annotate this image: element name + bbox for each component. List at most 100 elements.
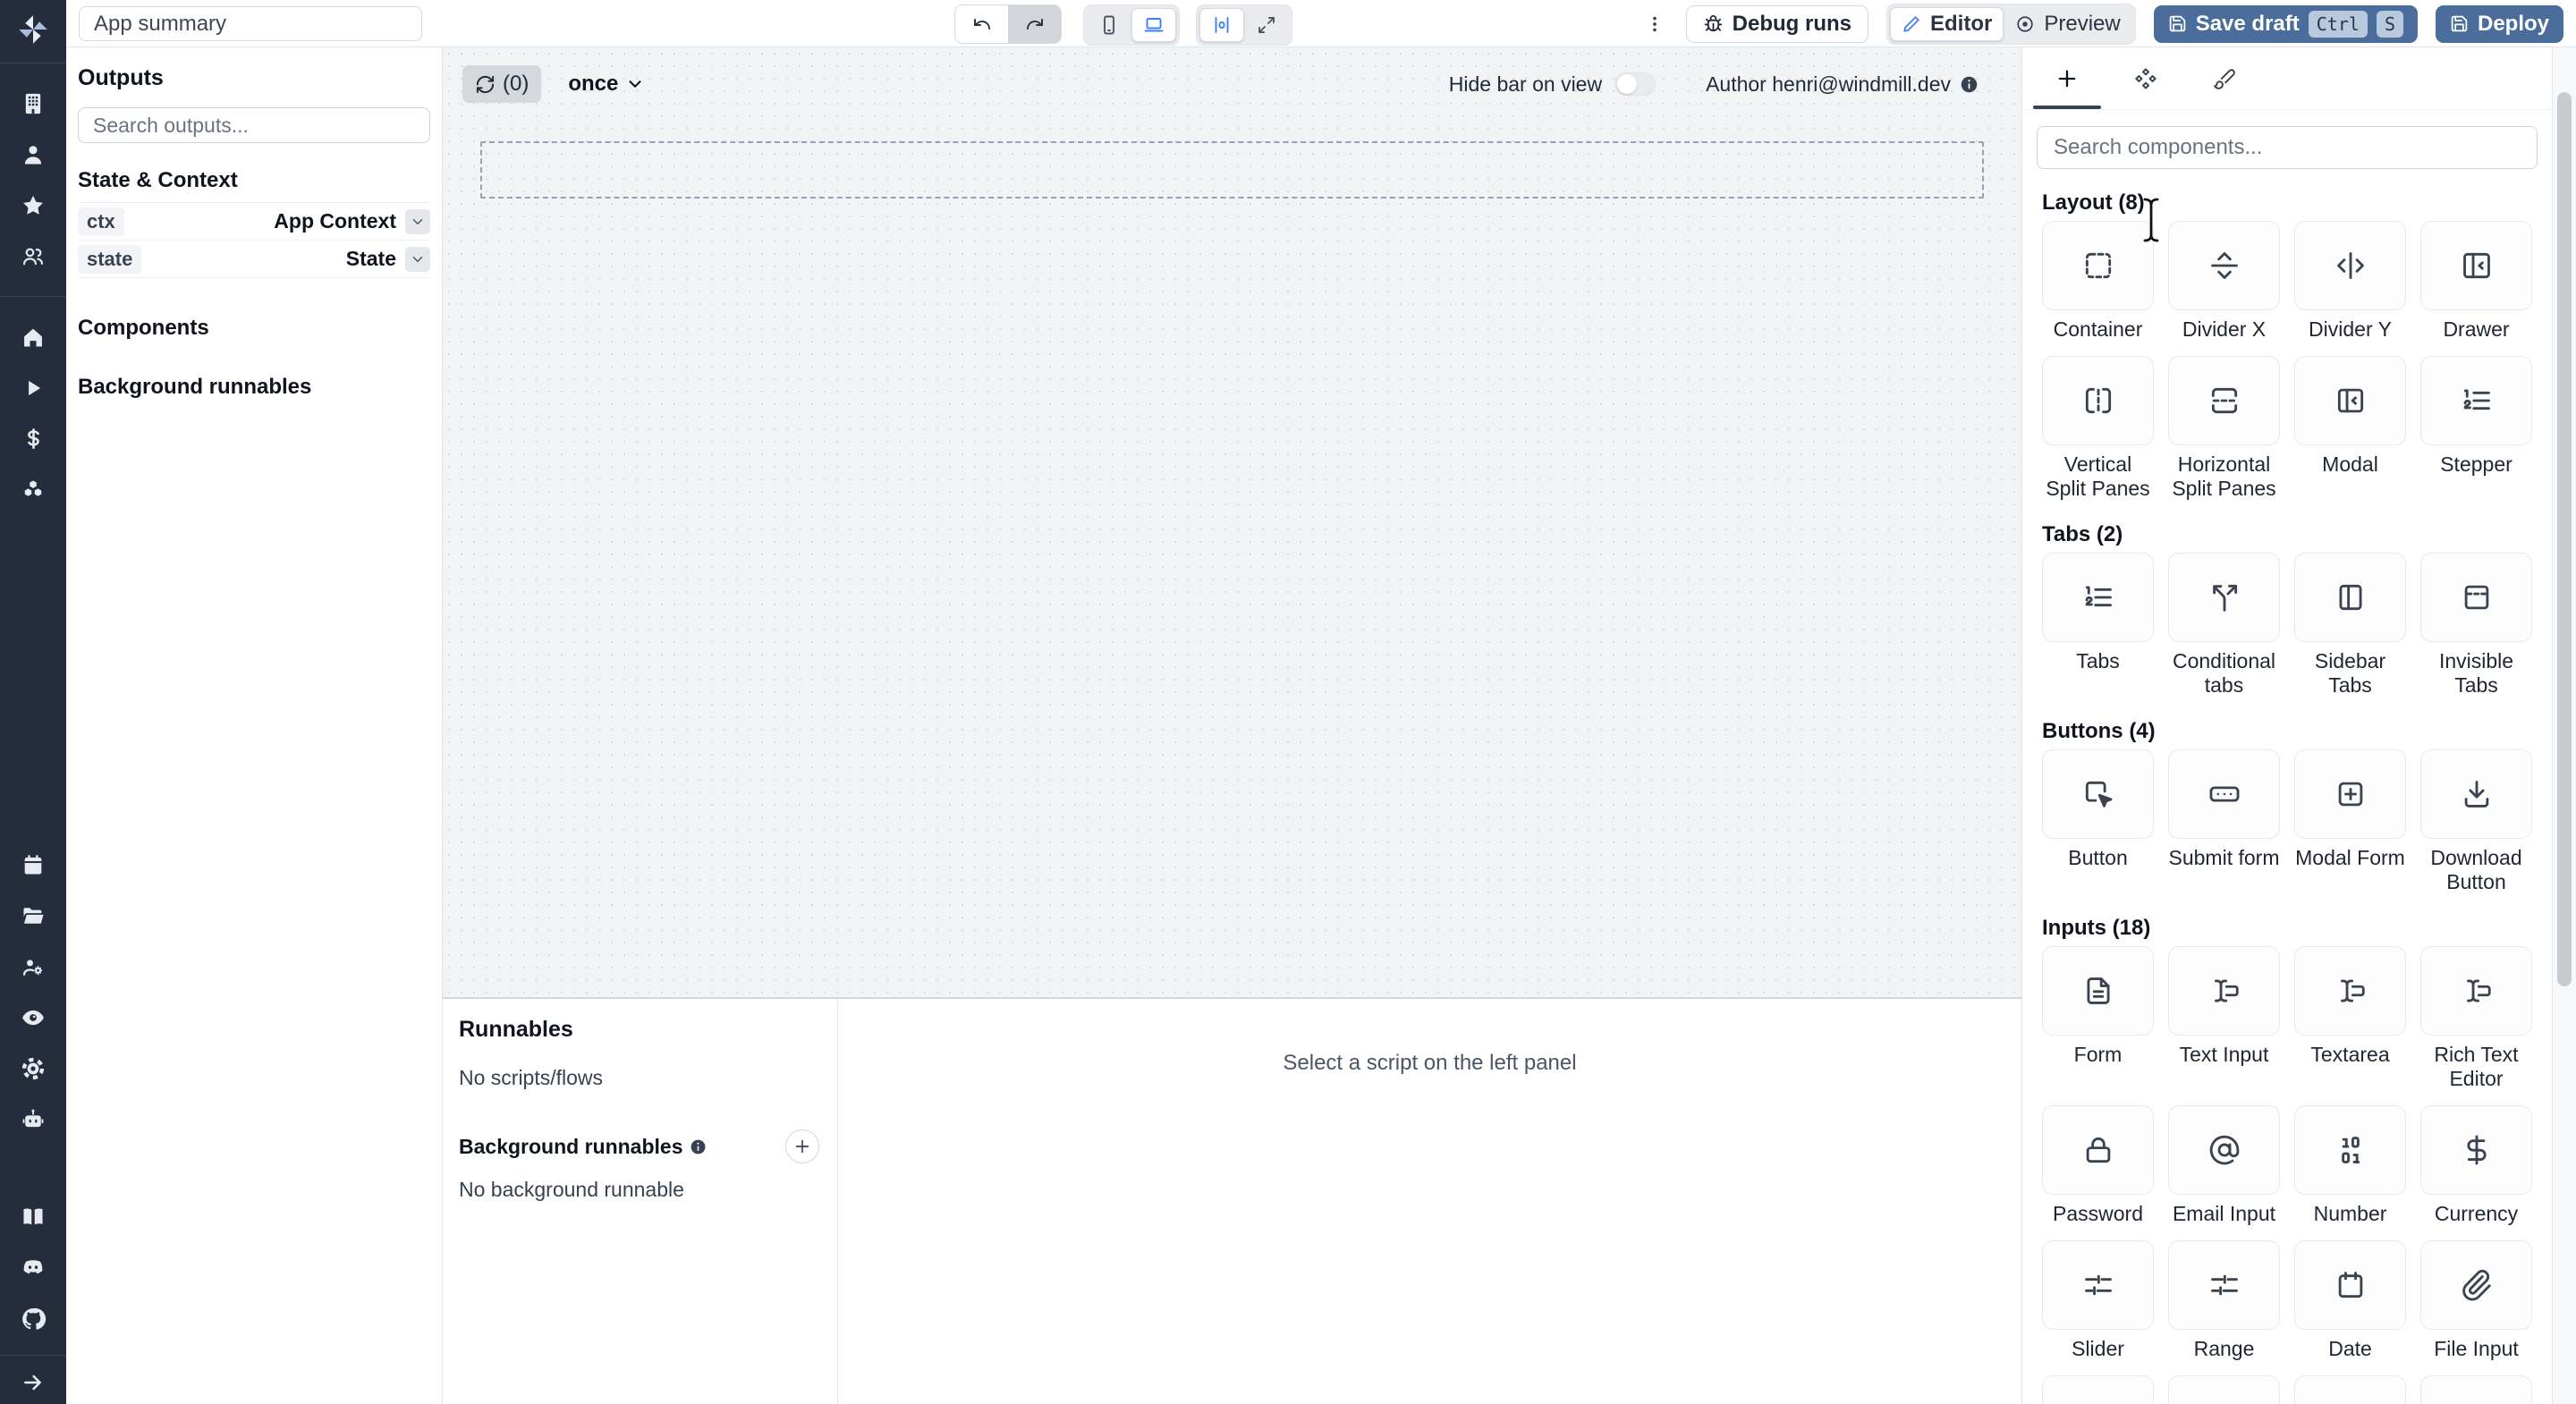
component-card-sidebar-tabs[interactable]: Sidebar Tabs <box>2294 553 2406 698</box>
github-icon[interactable] <box>0 1293 66 1344</box>
component-card-number[interactable]: Number <box>2294 1105 2406 1226</box>
canvas-toolbar: (0) once Hide bar on view Author henri@w… <box>443 65 2021 103</box>
folders-icon[interactable] <box>0 890 66 941</box>
debug-runs-button[interactable]: Debug runs <box>1685 4 1869 43</box>
component-card-partial[interactable] <box>2294 1375 2406 1404</box>
tab-component-settings[interactable] <box>2106 47 2185 109</box>
home-icon[interactable] <box>0 311 66 362</box>
outputs-title: Outputs <box>78 65 164 90</box>
component-card-vertical-split[interactable]: Vertical Split Panes <box>2042 356 2154 501</box>
component-card-submit-form[interactable]: Submit form <box>2168 749 2280 894</box>
component-card-partial[interactable] <box>2042 1375 2154 1404</box>
user-icon[interactable] <box>0 129 66 180</box>
expand-row-button[interactable] <box>405 246 430 272</box>
schedules-icon[interactable] <box>0 839 66 890</box>
workers-icon[interactable] <box>0 941 66 992</box>
expand-canvas-button[interactable] <box>1244 8 1289 42</box>
output-row-ctx[interactable]: ctx App Context <box>78 203 430 241</box>
info-icon[interactable] <box>690 1138 707 1155</box>
output-row-state[interactable]: state State <box>78 241 430 278</box>
component-card-file-input[interactable]: File Input <box>2420 1240 2532 1361</box>
component-card-partial[interactable] <box>2420 1375 2532 1404</box>
component-card-button[interactable]: Button <box>2042 749 2154 894</box>
empty-drop-zone[interactable] <box>480 141 1984 199</box>
components-panel: Layout (8) Container Divider X Divider Y… <box>2021 47 2552 1404</box>
info-icon[interactable] <box>1960 75 1979 94</box>
output-key: state <box>78 244 142 274</box>
docs-icon[interactable] <box>0 1191 66 1242</box>
collapse-icon[interactable] <box>0 1361 66 1404</box>
desktop-view-button[interactable] <box>1131 8 1176 42</box>
app-summary-input[interactable] <box>79 6 422 41</box>
center-canvas-button[interactable] <box>1199 8 1244 42</box>
component-card-modal[interactable]: Modal <box>2294 356 2406 501</box>
component-card-conditional-tabs[interactable]: Conditional tabs <box>2168 553 2280 698</box>
undo-button[interactable] <box>955 5 1008 43</box>
sidebar-divider <box>0 296 66 297</box>
component-card-drawer[interactable]: Drawer <box>2420 221 2532 342</box>
frequency-select[interactable]: once <box>568 72 645 97</box>
component-card-form[interactable]: Form <box>2042 946 2154 1091</box>
form-icon <box>2086 977 2110 1004</box>
settings-icon[interactable] <box>0 1043 66 1094</box>
workspace-icon[interactable] <box>0 78 66 129</box>
save-icon <box>2451 15 2468 32</box>
add-background-runnable-button[interactable] <box>785 1129 819 1163</box>
save-draft-button[interactable]: Save draft Ctrl S <box>2153 4 2418 43</box>
preview-tab[interactable]: Preview <box>2004 7 2131 41</box>
component-card-divider-y[interactable]: Divider Y <box>2294 221 2406 342</box>
components-scrollbar-track[interactable] <box>2552 47 2576 1404</box>
component-card-tabs[interactable]: Tabs <box>2042 553 2154 698</box>
ai-icon[interactable] <box>0 1094 66 1145</box>
mobile-view-button[interactable] <box>1087 8 1131 42</box>
component-card-range[interactable]: Range <box>2168 1240 2280 1361</box>
search-components-input[interactable] <box>2037 126 2538 169</box>
component-card-password[interactable]: Password <box>2042 1105 2154 1226</box>
no-background-text: No background runnable <box>459 1178 684 1201</box>
component-card-partial[interactable] <box>2168 1375 2280 1404</box>
app-canvas[interactable]: (0) once Hide bar on view Author henri@w… <box>443 47 2021 997</box>
component-card-stepper[interactable]: Stepper <box>2420 356 2532 501</box>
resources-icon[interactable] <box>0 464 66 515</box>
redo-button[interactable] <box>1008 5 1061 43</box>
section-heading-inputs: Inputs (18) <box>2042 916 2151 940</box>
search-outputs-input[interactable] <box>78 107 430 143</box>
component-card-horizontal-split[interactable]: Horizontal Split Panes <box>2168 356 2280 501</box>
component-card-invisible-tabs[interactable]: Invisible Tabs <box>2420 553 2532 698</box>
editor-tab[interactable]: Editor <box>1890 6 2004 41</box>
favorites-icon[interactable] <box>0 180 66 231</box>
canvas-align-group <box>1196 4 1292 46</box>
device-toggle-group <box>1083 4 1180 46</box>
hide-bar-toggle[interactable] <box>1614 72 1657 96</box>
tab-insert-component[interactable] <box>2028 47 2106 109</box>
background-runnables-heading: Background runnables <box>78 375 312 399</box>
kebab-menu-icon[interactable] <box>1641 14 1668 34</box>
tab-theme-styling[interactable] <box>2185 47 2264 109</box>
component-card-rich-text[interactable]: Rich Text Editor <box>2420 946 2532 1091</box>
windmill-logo[interactable] <box>14 11 52 48</box>
component-card-text-input[interactable]: Text Input <box>2168 946 2280 1091</box>
modal-form-icon <box>2338 782 2362 807</box>
components-scrollbar-thumb[interactable] <box>2557 92 2572 986</box>
component-card-email[interactable]: Email Input <box>2168 1105 2280 1226</box>
stepper-icon <box>2463 389 2490 410</box>
runs-icon[interactable] <box>0 362 66 413</box>
discord-icon[interactable] <box>0 1242 66 1293</box>
component-card-download-button[interactable]: Download Button <box>2420 749 2532 894</box>
groups-icon[interactable] <box>0 231 66 282</box>
component-card-modal-form[interactable]: Modal Form <box>2294 749 2406 894</box>
refresh-button[interactable]: (0) <box>462 65 542 103</box>
component-card-container[interactable]: Container <box>2042 221 2154 342</box>
component-card-currency[interactable]: Currency <box>2420 1105 2532 1226</box>
expand-row-button[interactable] <box>405 208 430 234</box>
component-card-divider-x[interactable]: Divider X <box>2168 221 2280 342</box>
sidebar-divider <box>0 1355 66 1356</box>
audit-logs-icon[interactable] <box>0 992 66 1043</box>
section-heading-tabs: Tabs (2) <box>2042 522 2123 546</box>
deploy-button[interactable]: Deploy <box>2435 4 2563 43</box>
component-card-textarea[interactable]: Textarea <box>2294 946 2406 1091</box>
variables-icon[interactable] <box>0 413 66 464</box>
component-card-date[interactable]: Date <box>2294 1240 2406 1361</box>
component-card-slider[interactable]: Slider <box>2042 1240 2154 1361</box>
components-list: Layout (8) Container Divider X Divider Y… <box>2022 190 2552 1404</box>
